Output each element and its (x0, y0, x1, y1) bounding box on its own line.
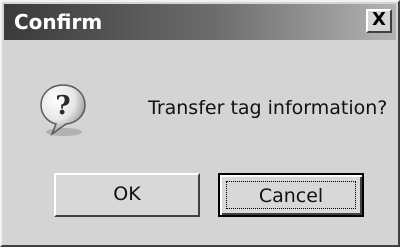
question-icon: ? (40, 84, 86, 137)
ok-button[interactable]: OK (54, 173, 200, 217)
close-button[interactable]: X (366, 9, 392, 33)
cancel-button[interactable]: Cancel (218, 173, 364, 217)
dialog-title: Confirm (14, 10, 103, 34)
title-bar[interactable]: Confirm X (4, 4, 396, 40)
svg-text:?: ? (55, 91, 70, 121)
cancel-button-label: Cancel (226, 181, 356, 209)
confirm-message: Transfer tag information? (148, 97, 388, 119)
confirm-dialog: Confirm X ? Transfer tag information? OK… (0, 0, 400, 247)
